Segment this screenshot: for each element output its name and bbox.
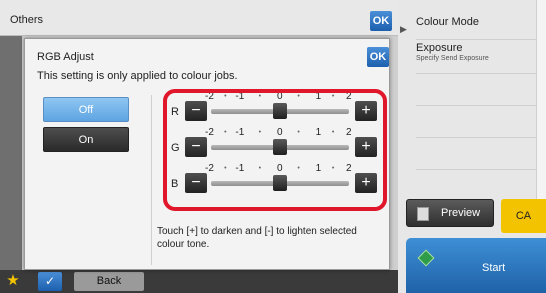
right-panel-empty-row [416,74,546,106]
right-panel-empty-row [416,138,546,170]
left-strip [0,36,22,270]
on-button[interactable]: On [43,127,129,152]
highlight-frame [163,89,387,211]
preview-icon [417,207,429,221]
favorite-star-icon[interactable]: ★ [4,272,22,290]
exposure-label: Exposure [416,42,463,54]
dialog-ok-button[interactable]: OK [367,47,389,67]
start-label: Start [482,262,506,274]
others-title: Others [10,14,44,26]
right-panel-empty-row [416,106,546,138]
dialog-title: RGB Adjust [37,51,94,63]
preview-label: Preview [441,207,481,219]
screen: Others OK ★ ✓ Back Colour Mode Exposure … [0,0,546,293]
others-ok-button[interactable]: OK [370,11,392,31]
start-button[interactable]: Start [406,238,546,293]
start-icon [417,249,435,267]
off-button[interactable]: Off [43,97,129,122]
expand-arrow-icon[interactable]: ▶ [400,24,410,36]
others-title-bar: Others OK [0,0,398,36]
clear-all-button[interactable]: CA [501,199,546,233]
right-panel-scrollbar[interactable] [536,0,546,200]
rgb-adjust-dialog: RGB Adjust OK This setting is only appli… [24,38,390,270]
colour-mode-item[interactable]: Colour Mode [416,8,546,40]
dialog-note: This setting is only applied to colour j… [37,70,238,82]
exposure-sub-label: Specify Send Exposure [416,55,489,62]
colour-mode-label: Colour Mode [416,16,479,28]
hint-text: Touch [+] to darken and [-] to lighten s… [157,226,357,250]
back-button[interactable]: Back [74,272,144,291]
bottom-bar: ★ ✓ Back [0,270,398,293]
check-icon[interactable]: ✓ [38,272,62,291]
exposure-item[interactable]: Exposure Specify Send Exposure [416,40,546,74]
preview-button[interactable]: Preview [406,199,494,227]
